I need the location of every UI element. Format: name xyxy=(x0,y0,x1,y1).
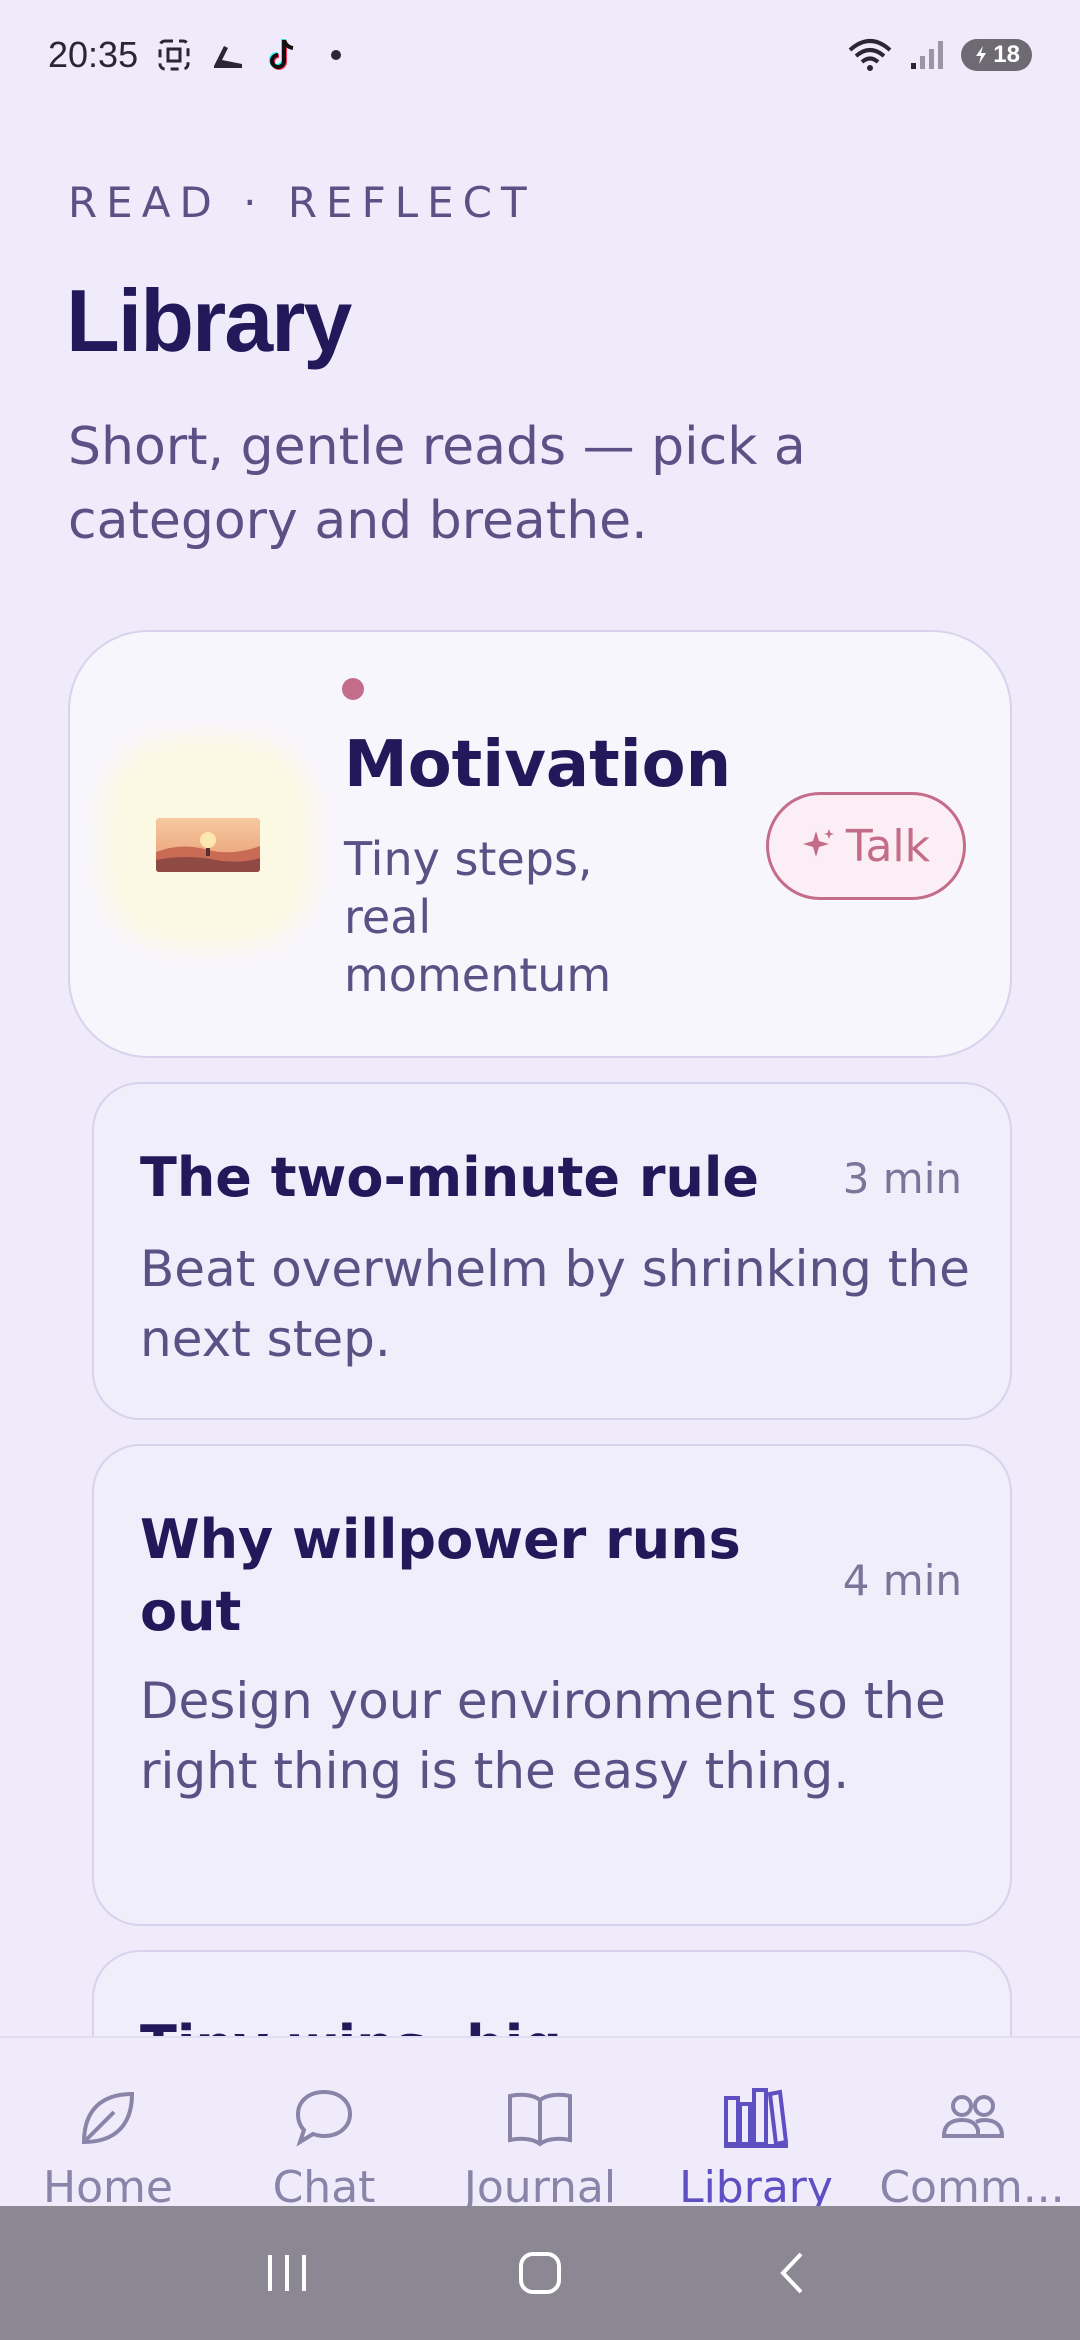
running-shoe-icon xyxy=(210,37,246,73)
community-people-icon xyxy=(936,2084,1008,2152)
talk-label: Talk xyxy=(845,820,931,872)
talk-button[interactable]: Talk xyxy=(766,792,966,900)
nav-item-chat[interactable]: Chat xyxy=(216,2038,432,2213)
signal-icon xyxy=(907,37,947,73)
status-time: 20:35 xyxy=(48,34,139,75)
nav-item-community[interactable]: Comm... xyxy=(864,2038,1080,2213)
chat-bubble-icon xyxy=(288,2084,360,2152)
system-navigation-bar xyxy=(0,2206,1080,2340)
nav-item-journal[interactable]: Journal xyxy=(432,2038,648,2213)
status-left: 20:35 xyxy=(48,34,354,76)
article-read-time: 3 min xyxy=(842,1154,962,1203)
category-card-motivation[interactable]: Motivation Tiny steps, real momentum Tal… xyxy=(68,630,1012,1058)
bottom-navigation: Home Chat Journal Library Comm... xyxy=(0,2036,1080,2213)
article-title: The two-minute rule xyxy=(140,1146,760,1209)
home-circle-icon[interactable] xyxy=(500,2233,580,2313)
library-books-icon xyxy=(720,2084,792,2152)
battery-icon: 18 xyxy=(961,39,1032,71)
nav-item-home[interactable]: Home xyxy=(0,2038,216,2213)
recents-icon[interactable] xyxy=(247,2233,327,2313)
category-dot xyxy=(342,678,364,700)
section-eyebrow: READ · REFLECT xyxy=(68,178,536,227)
back-chevron-icon[interactable] xyxy=(753,2233,833,2313)
article-card[interactable]: The two-minute rule 3 min Beat overwhelm… xyxy=(92,1082,1012,1420)
page-title: Library xyxy=(66,271,352,370)
sunset-landscape-image xyxy=(156,818,260,872)
open-book-icon xyxy=(504,2084,576,2152)
nav-item-library[interactable]: Library xyxy=(648,2038,864,2213)
tiktok-icon xyxy=(264,37,300,73)
category-description: Tiny steps, real momentum xyxy=(344,832,612,1002)
status-right: 18 xyxy=(847,37,1032,73)
article-read-time: 4 min xyxy=(842,1556,962,1605)
wifi-icon xyxy=(847,37,893,73)
article-card[interactable]: Why willpower runs out 4 min Design your… xyxy=(92,1444,1012,1926)
status-bar: 20:35 18 xyxy=(0,0,1080,110)
dot-icon xyxy=(318,37,354,73)
category-title: Motivation xyxy=(344,728,732,802)
battery-level: 18 xyxy=(993,41,1020,68)
page-subtitle: Short, gentle reads — pick a category an… xyxy=(68,417,806,551)
article-description: Design your environment so the right thi… xyxy=(140,1672,946,1800)
article-description: Beat overwhelm by shrinking the next ste… xyxy=(140,1240,970,1368)
article-title: Why willpower runs out xyxy=(140,1508,741,1643)
sparkle-icon xyxy=(802,821,836,872)
screenshot-icon xyxy=(156,37,192,73)
leaf-icon xyxy=(72,2084,144,2152)
